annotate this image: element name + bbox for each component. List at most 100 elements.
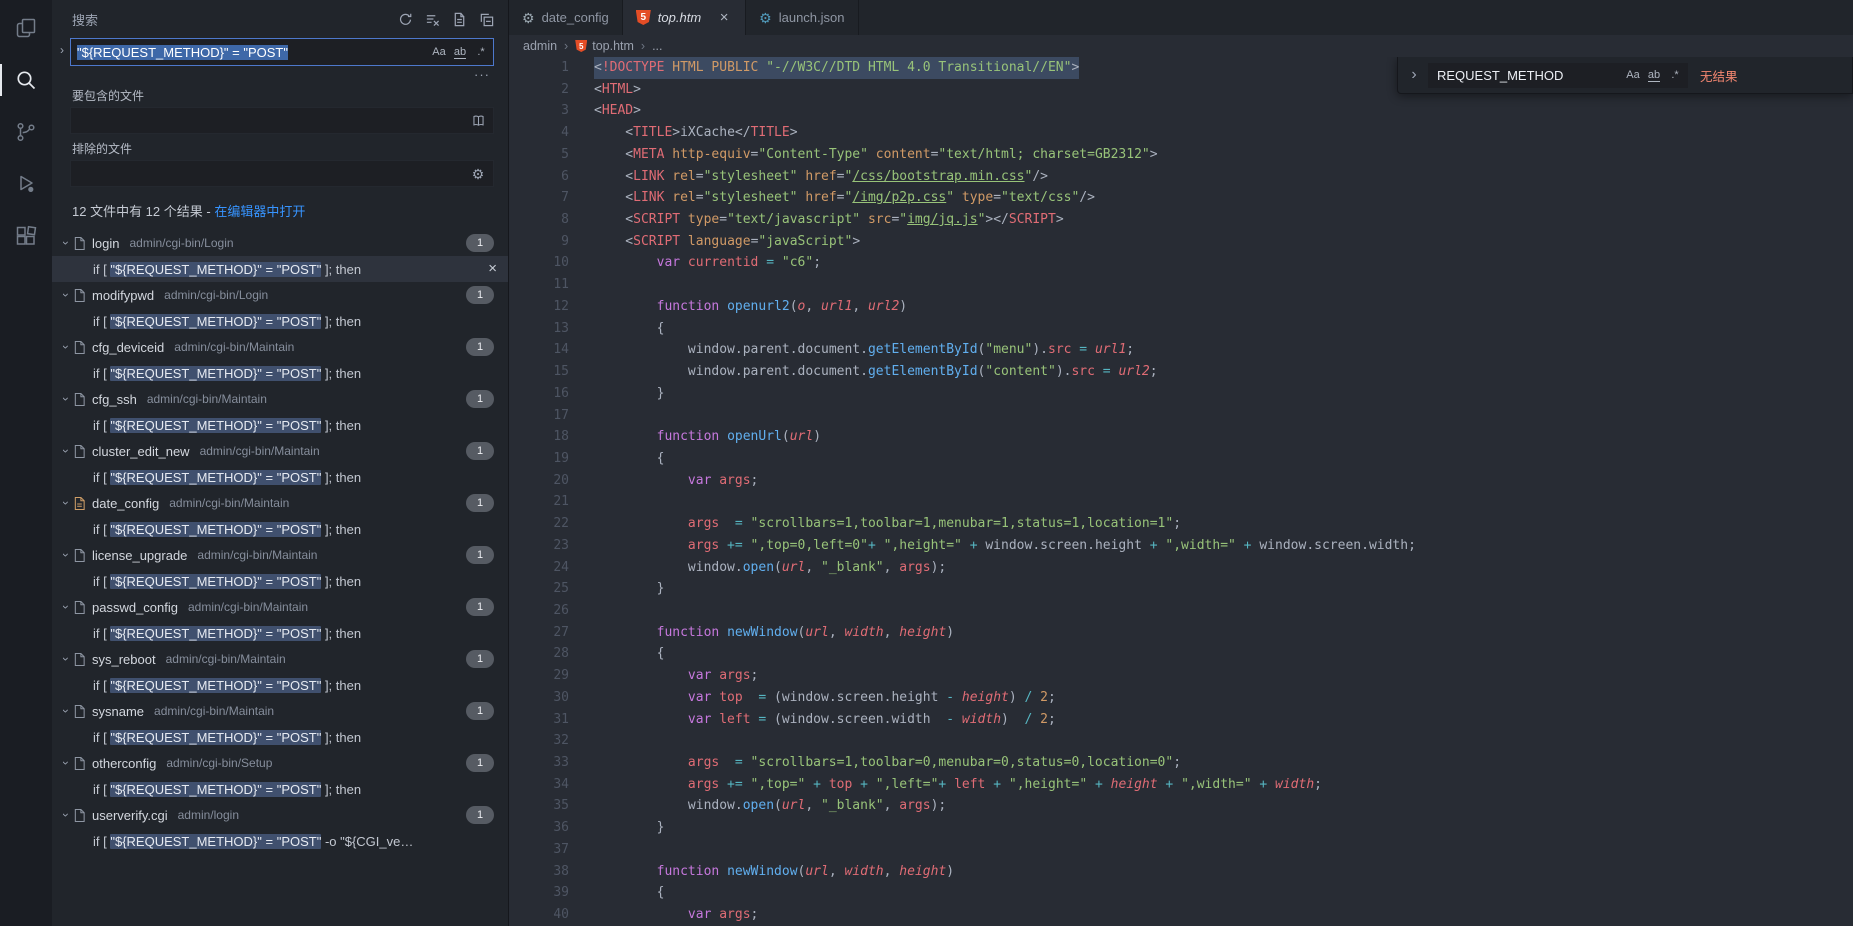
search-result-file[interactable]: ›passwd_configadmin/cgi-bin/Maintain1	[52, 594, 508, 620]
explorer-icon[interactable]	[0, 2, 52, 54]
tab-top.htm[interactable]: 5top.htm×	[623, 0, 746, 35]
regex-toggle[interactable]: .*	[471, 42, 491, 62]
find-regex-toggle[interactable]: .*	[1665, 65, 1685, 85]
tab-launch.json[interactable]: ⚙launch.json	[746, 0, 858, 35]
code-line[interactable]: 15 window.parent.document.getElementById…	[509, 361, 1853, 383]
open-in-editor-link[interactable]: 在编辑器中打开	[214, 204, 305, 219]
search-result-file[interactable]: ›userverify.cgiadmin/login1	[52, 802, 508, 828]
code-line[interactable]: 30 var top = (window.screen.height - hei…	[509, 687, 1853, 709]
code-line[interactable]: 29 var args;	[509, 665, 1853, 687]
search-match-row[interactable]: if [ "${REQUEST_METHOD}" = "POST" ]; the…	[52, 256, 508, 282]
code-line[interactable]: 19 {	[509, 448, 1853, 470]
collapse-all-button[interactable]	[476, 9, 496, 29]
line-number: 12	[509, 296, 594, 318]
code-line[interactable]: 3<HEAD>	[509, 100, 1853, 122]
code-line[interactable]: 17	[509, 405, 1853, 427]
files-include-input[interactable]	[70, 107, 494, 134]
code-line[interactable]: 37	[509, 839, 1853, 861]
search-match-row[interactable]: if [ "${REQUEST_METHOD}" = "POST" ]; the…	[52, 516, 508, 542]
search-match-row[interactable]: if [ "${REQUEST_METHOD}" = "POST" ]; the…	[52, 672, 508, 698]
code-line[interactable]: 22 args = "scrollbars=1,toolbar=1,menuba…	[509, 513, 1853, 535]
search-match-row[interactable]: if [ "${REQUEST_METHOD}" = "POST" ]; the…	[52, 308, 508, 334]
code-line[interactable]: 28 {	[509, 643, 1853, 665]
whole-word-toggle[interactable]: ab	[450, 42, 470, 62]
search-result-file[interactable]: ›cluster_edit_newadmin/cgi-bin/Maintain1	[52, 438, 508, 464]
open-editors-only-toggle[interactable]	[468, 111, 488, 131]
line-number: 40	[509, 904, 594, 926]
search-result-file[interactable]: ›modifypwdadmin/cgi-bin/Login1	[52, 282, 508, 308]
toggle-replace-chevron-icon[interactable]: ›	[54, 38, 70, 57]
search-match-row[interactable]: if [ "${REQUEST_METHOD}" = "POST" ]; the…	[52, 724, 508, 750]
search-match-row[interactable]: if [ "${REQUEST_METHOD}" = "POST" -o "${…	[52, 828, 508, 854]
code-line[interactable]: 31 var left = (window.screen.width - wid…	[509, 709, 1853, 731]
code-line[interactable]: 11	[509, 274, 1853, 296]
extensions-icon[interactable]	[0, 210, 52, 262]
code-line[interactable]: 35 window.open(url, "_blank", args);	[509, 795, 1853, 817]
find-match-case-toggle[interactable]: Aa	[1623, 65, 1643, 85]
search-input[interactable]: "${REQUEST_METHOD}" = "POST" Aa ab .*	[70, 38, 494, 66]
match-case-toggle[interactable]: Aa	[429, 42, 449, 62]
code-editor[interactable]: 1<!DOCTYPE HTML PUBLIC "-//W3C//DTD HTML…	[509, 57, 1853, 926]
refresh-search-button[interactable]	[395, 9, 415, 29]
code-line[interactable]: 10 var currentid = "c6";	[509, 252, 1853, 274]
open-new-search-editor-button[interactable]	[449, 9, 469, 29]
code-line[interactable]: 4 <TITLE>iXCache</TITLE>	[509, 122, 1853, 144]
tab-close-icon[interactable]: ×	[716, 9, 732, 26]
code-line[interactable]: 14 window.parent.document.getElementById…	[509, 339, 1853, 361]
source-control-icon[interactable]	[0, 106, 52, 158]
search-match-row[interactable]: if [ "${REQUEST_METHOD}" = "POST" ]; the…	[52, 464, 508, 490]
search-match-row[interactable]: if [ "${REQUEST_METHOD}" = "POST" ]; the…	[52, 568, 508, 594]
search-result-file[interactable]: ›license_upgradeadmin/cgi-bin/Maintain1	[52, 542, 508, 568]
toggle-search-details-button[interactable]: ···	[472, 67, 492, 82]
dismiss-match-button[interactable]: ×	[488, 260, 497, 277]
search-match-row[interactable]: if [ "${REQUEST_METHOD}" = "POST" ]; the…	[52, 776, 508, 802]
code-line[interactable]: 33 args = "scrollbars=1,toolbar=0,menuba…	[509, 752, 1853, 774]
find-whole-word-toggle[interactable]: ab	[1644, 65, 1664, 85]
breadcrumb-item[interactable]: 5top.htm	[575, 39, 634, 53]
code-line[interactable]: 5 <META http-equiv="Content-Type" conten…	[509, 144, 1853, 166]
code-line[interactable]: 38 function newWindow(url, width, height…	[509, 861, 1853, 883]
breadcrumb-item[interactable]: admin	[523, 39, 557, 53]
code-line[interactable]: 21	[509, 491, 1853, 513]
code-line[interactable]: 6 <LINK rel="stylesheet" href="/css/boot…	[509, 166, 1853, 188]
search-result-file[interactable]: ›cfg_sshadmin/cgi-bin/Maintain1	[52, 386, 508, 412]
search-match-row[interactable]: if [ "${REQUEST_METHOD}" = "POST" ]; the…	[52, 360, 508, 386]
search-result-file[interactable]: ›sysnameadmin/cgi-bin/Maintain1	[52, 698, 508, 724]
code-line[interactable]: 25 }	[509, 578, 1853, 600]
code-line[interactable]: 39 {	[509, 882, 1853, 904]
use-exclude-settings-gear-icon[interactable]: ⚙	[468, 164, 488, 184]
search-result-file[interactable]: ›otherconfigadmin/cgi-bin/Setup1	[52, 750, 508, 776]
code-line[interactable]: 20 var args;	[509, 470, 1853, 492]
files-exclude-input[interactable]: ⚙	[70, 160, 494, 187]
code-line[interactable]: 27 function newWindow(url, width, height…	[509, 622, 1853, 644]
search-icon[interactable]	[0, 54, 52, 106]
run-debug-icon[interactable]	[0, 158, 52, 210]
code-line[interactable]: 18 function openUrl(url)	[509, 426, 1853, 448]
code-line[interactable]: 16 }	[509, 383, 1853, 405]
code-line[interactable]: 40 var args;	[509, 904, 1853, 926]
result-file-path: admin/cgi-bin/Maintain	[169, 496, 289, 510]
search-result-file[interactable]: ›loginadmin/cgi-bin/Login1	[52, 230, 508, 256]
code-line[interactable]: 12 function openurl2(o, url1, url2)	[509, 296, 1853, 318]
code-line[interactable]: 23 args += ",top=0,left=0"+ ",height=" +…	[509, 535, 1853, 557]
code-line[interactable]: 9 <SCRIPT language="javaScript">	[509, 231, 1853, 253]
search-result-file[interactable]: ›date_configadmin/cgi-bin/Maintain1	[52, 490, 508, 516]
code-line[interactable]: 13 {	[509, 318, 1853, 340]
breadcrumb-item[interactable]: ...	[652, 39, 662, 53]
search-match-row[interactable]: if [ "${REQUEST_METHOD}" = "POST" ]; the…	[52, 620, 508, 646]
code-line[interactable]: 7 <LINK rel="stylesheet" href="/img/p2p.…	[509, 187, 1853, 209]
tab-date_config[interactable]: ⚙date_config	[509, 0, 623, 35]
search-result-file[interactable]: ›cfg_deviceidadmin/cgi-bin/Maintain1	[52, 334, 508, 360]
code-line[interactable]: 24 window.open(url, "_blank", args);	[509, 557, 1853, 579]
find-replace-toggle-icon[interactable]: ›	[1406, 66, 1422, 84]
search-match-row[interactable]: if [ "${REQUEST_METHOD}" = "POST" ]; the…	[52, 412, 508, 438]
clear-search-results-button[interactable]	[422, 9, 442, 29]
chevron-down-icon: ›	[59, 501, 73, 505]
code-line[interactable]: 34 args += ",top=" + top + ",left="+ lef…	[509, 774, 1853, 796]
code-line[interactable]: 32	[509, 730, 1853, 752]
search-result-file[interactable]: ›sys_rebootadmin/cgi-bin/Maintain1	[52, 646, 508, 672]
code-line[interactable]: 26	[509, 600, 1853, 622]
code-line[interactable]: 36 }	[509, 817, 1853, 839]
code-line[interactable]: 8 <SCRIPT type="text/javascript" src="im…	[509, 209, 1853, 231]
find-input[interactable]: REQUEST_METHOD Aa ab .*	[1428, 63, 1688, 88]
